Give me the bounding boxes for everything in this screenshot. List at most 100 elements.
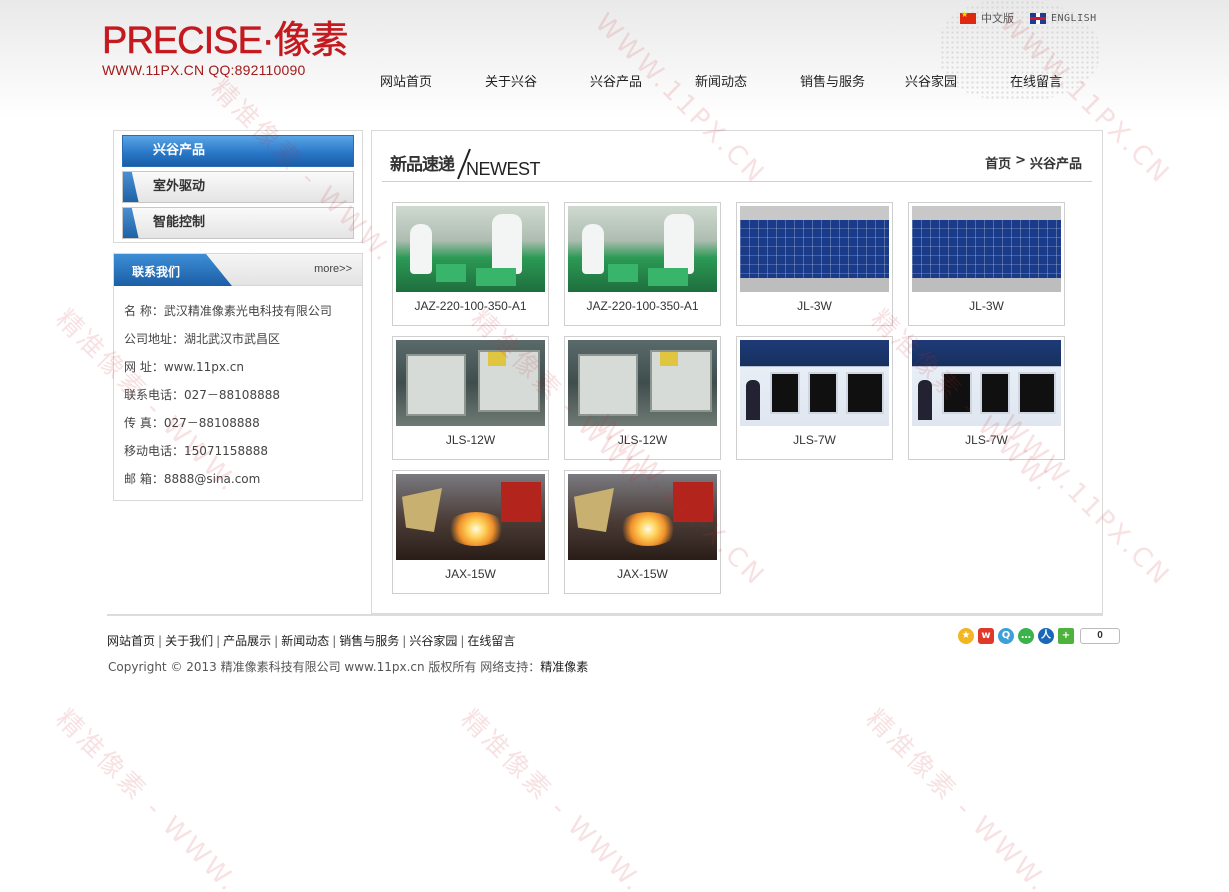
contact-box: 联系我们 more>> 名 称：武汉精准像素光电科技有限公司 公司地址：湖北武汉… <box>113 253 363 501</box>
share-count: 0 <box>1080 628 1120 644</box>
sidebar-product-menu: 兴谷产品 室外驱动 智能控制 <box>113 130 363 243</box>
product-label[interactable]: JLS-7W <box>909 433 1064 447</box>
footer-separator: | <box>274 634 279 648</box>
lang-chinese[interactable]: 中文版 <box>960 10 1014 26</box>
contact-phone: 联系电话：027－88108888 <box>124 388 280 402</box>
footer-link-community[interactable]: 兴谷家园 <box>409 634 457 648</box>
product-label[interactable]: JAZ-220-100-350-A1 <box>393 299 548 313</box>
contact-company-name: 名 称：武汉精准像素光电科技有限公司 <box>124 304 332 318</box>
contact-more-link[interactable]: more>> <box>314 263 352 275</box>
led-board-frame <box>740 206 889 220</box>
worker-figure <box>582 224 604 274</box>
more-share-icon[interactable]: + <box>1058 628 1074 644</box>
led-board-frame <box>740 278 889 292</box>
footer-link-about[interactable]: 关于我们 <box>165 634 213 648</box>
contact-title: 联系我们 <box>132 265 181 279</box>
panel-divider <box>382 181 1092 182</box>
product-card[interactable]: JL-3W <box>736 202 893 326</box>
footer-link-news[interactable]: 新闻动态 <box>281 634 329 648</box>
breadcrumb-current[interactable]: 兴谷产品 <box>1030 153 1082 172</box>
product-card[interactable]: JLS-7W <box>736 336 893 460</box>
footer-separator: | <box>402 634 407 648</box>
product-label[interactable]: JL-3W <box>909 299 1064 313</box>
machine-part <box>673 482 713 522</box>
weld-spark <box>618 512 678 546</box>
watermark-brand: 精准像素 - WWW. <box>49 704 245 892</box>
product-image[interactable] <box>912 206 1061 292</box>
sidebar-item-products[interactable]: 兴谷产品 <box>122 135 354 167</box>
nav-about[interactable]: 关于兴谷 <box>485 71 537 90</box>
footer-link-home[interactable]: 网站首页 <box>107 634 155 648</box>
product-label[interactable]: JAX-15W <box>565 567 720 581</box>
led-board-frame <box>912 278 1061 292</box>
person-figure <box>918 380 932 420</box>
product-image[interactable] <box>740 340 889 426</box>
breadcrumb-home[interactable]: 首页 <box>985 153 1011 172</box>
display-panel <box>770 372 800 414</box>
display-panel <box>846 372 884 414</box>
product-image[interactable] <box>396 474 545 560</box>
nav-message[interactable]: 在线留言 <box>1010 71 1062 90</box>
site-logo[interactable]: PRECISE·像素 WWW.11PX.CN QQ:892110090 <box>102 22 362 82</box>
nav-community[interactable]: 兴谷家园 <box>905 71 957 90</box>
product-card[interactable]: JAX-15W <box>564 470 721 594</box>
product-card[interactable]: JL-3W <box>908 202 1065 326</box>
breadcrumb-separator: > <box>1015 153 1026 168</box>
machine-screen <box>660 352 678 366</box>
panel-title: 新品速递 NEWEST <box>390 147 541 181</box>
product-label[interactable]: JAX-15W <box>393 567 548 581</box>
logo-subtitle: WWW.11PX.CN QQ:892110090 <box>102 62 306 78</box>
machine-screen <box>488 352 506 366</box>
panel-title-en: NEWEST <box>466 159 541 179</box>
product-image[interactable] <box>396 206 545 292</box>
footer-divider <box>107 614 1103 616</box>
panel-title-cn: 新品速递 <box>390 155 455 175</box>
support-link[interactable]: 精准像素 <box>540 660 588 674</box>
lang-english-label: ENGLISH <box>1051 12 1097 24</box>
tqq-icon[interactable]: Q <box>998 628 1014 644</box>
lang-english[interactable]: ENGLISH <box>1030 10 1097 26</box>
product-label[interactable]: JLS-12W <box>565 433 720 447</box>
nav-home[interactable]: 网站首页 <box>380 71 432 90</box>
breadcrumb: 首页 > 兴谷产品 <box>985 153 1082 172</box>
renren-icon[interactable]: 人 <box>1038 628 1054 644</box>
weld-spark <box>446 512 506 546</box>
product-label[interactable]: JLS-12W <box>393 433 548 447</box>
product-card[interactable]: JAZ-220-100-350-A1 <box>392 202 549 326</box>
product-card[interactable]: JLS-12W <box>392 336 549 460</box>
green-bin <box>608 264 638 282</box>
wechat-icon[interactable]: … <box>1018 628 1034 644</box>
product-image[interactable] <box>396 340 545 426</box>
worker-figure <box>664 214 694 274</box>
product-label[interactable]: JAZ-220-100-350-A1 <box>565 299 720 313</box>
uk-flag-icon <box>1030 12 1046 24</box>
product-card[interactable]: JAX-15W <box>392 470 549 594</box>
footer-link-message[interactable]: 在线留言 <box>467 634 515 648</box>
nav-products[interactable]: 兴谷产品 <box>590 71 642 90</box>
product-card[interactable]: JAZ-220-100-350-A1 <box>564 202 721 326</box>
nav-news[interactable]: 新闻动态 <box>695 71 747 90</box>
sidebar-item-outdoor-drive[interactable]: 室外驱动 <box>122 171 354 203</box>
footer-link-sales[interactable]: 销售与服务 <box>339 634 399 648</box>
language-switch: 中文版 ENGLISH <box>960 10 1097 26</box>
product-image[interactable] <box>912 340 1061 426</box>
machine-body <box>406 354 466 416</box>
product-label[interactable]: JL-3W <box>737 299 892 313</box>
product-image[interactable] <box>740 206 889 292</box>
main-panel: 新品速递 NEWEST 首页 > 兴谷产品 JAZ-220-100-350-A1… <box>371 130 1103 614</box>
product-label[interactable]: JLS-7W <box>737 433 892 447</box>
product-image[interactable] <box>568 340 717 426</box>
footer-link-products[interactable]: 产品展示 <box>223 634 271 648</box>
sidebar-item-smart-control[interactable]: 智能控制 <box>122 207 354 239</box>
product-image[interactable] <box>568 206 717 292</box>
nav-sales-service[interactable]: 销售与服务 <box>800 71 865 90</box>
product-card[interactable]: JLS-12W <box>564 336 721 460</box>
product-card[interactable]: JLS-7W <box>908 336 1065 460</box>
led-board-grid <box>912 220 1061 278</box>
display-panel <box>1018 372 1056 414</box>
china-flag-icon <box>960 10 976 24</box>
qzone-icon[interactable]: ★ <box>958 628 974 644</box>
green-bin <box>648 268 688 286</box>
weibo-icon[interactable]: w <box>978 628 994 644</box>
product-image[interactable] <box>568 474 717 560</box>
